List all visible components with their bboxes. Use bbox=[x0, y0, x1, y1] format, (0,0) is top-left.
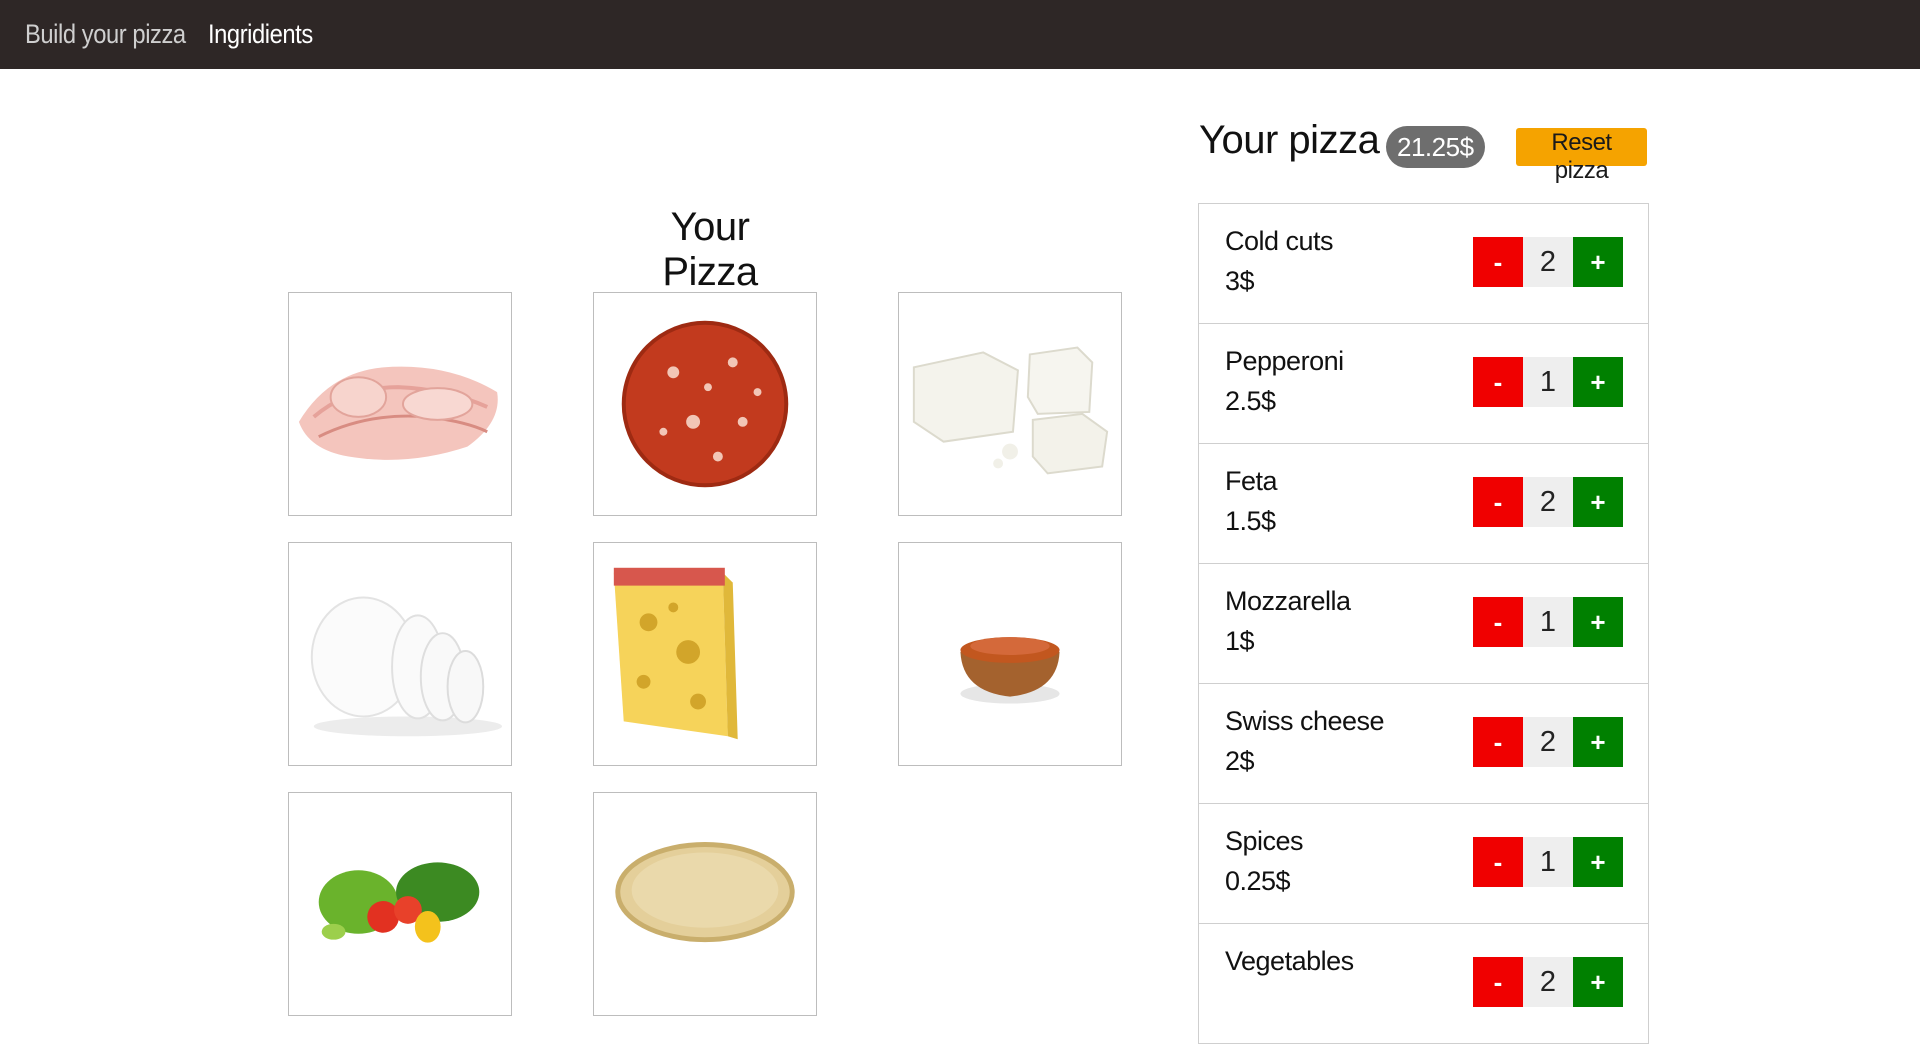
ingredient-name: Pepperoni bbox=[1225, 346, 1344, 376]
increase-button[interactable]: + bbox=[1573, 477, 1623, 527]
ingredient-row-swiss-cheese: Swiss cheese 2$ - 2 + bbox=[1199, 684, 1648, 804]
ingredient-row-pepperoni: Pepperoni 2.5$ - 1 + bbox=[1199, 324, 1648, 444]
increase-button[interactable]: + bbox=[1573, 837, 1623, 887]
ingredient-name: Swiss cheese bbox=[1225, 706, 1385, 736]
increase-button[interactable]: + bbox=[1573, 237, 1623, 287]
ingredient-price: 0.25$ bbox=[1225, 866, 1291, 896]
ingredient-price: 2$ bbox=[1225, 746, 1255, 776]
ingredient-name: Vegetables bbox=[1225, 946, 1354, 976]
decrease-button[interactable]: - bbox=[1473, 957, 1523, 1007]
quantity-control: - 2 + bbox=[1473, 717, 1623, 767]
pizza-title: Your Pizza bbox=[662, 205, 758, 294]
cold-cuts-image bbox=[288, 292, 512, 516]
quantity-value: 2 bbox=[1523, 237, 1573, 287]
ingredient-row-spices: Spices 0.25$ - 1 + bbox=[1199, 804, 1648, 924]
ingredient-list: Cold cuts 3$ - 2 + Pepperoni 2.5$ - 1 + … bbox=[1198, 203, 1649, 1044]
quantity-control: - 2 + bbox=[1473, 957, 1623, 1007]
nav-ingredients-link[interactable]: Ingridients bbox=[208, 19, 313, 50]
spices-image bbox=[898, 542, 1122, 766]
decrease-button[interactable]: - bbox=[1473, 357, 1523, 407]
ingredient-name: Cold cuts bbox=[1225, 226, 1334, 256]
quantity-control: - 2 + bbox=[1473, 477, 1623, 527]
increase-button[interactable]: + bbox=[1573, 357, 1623, 407]
sidebar-title: Your pizza bbox=[1199, 118, 1380, 162]
vegetables-image bbox=[288, 792, 512, 1016]
swiss-cheese-image bbox=[593, 542, 817, 766]
mozzarella-image bbox=[288, 542, 512, 766]
ingredient-price: 1$ bbox=[1225, 626, 1255, 656]
quantity-value: 1 bbox=[1523, 837, 1573, 887]
reset-pizza-button[interactable]: Reset pizza bbox=[1516, 128, 1647, 184]
top-navbar: Build your pizza Ingridients bbox=[0, 0, 1920, 69]
decrease-button[interactable]: - bbox=[1473, 597, 1523, 647]
ingredient-row-cold-cuts: Cold cuts 3$ - 2 + bbox=[1199, 204, 1648, 324]
ingredient-price: 2.5$ bbox=[1225, 386, 1276, 416]
ingredient-name: Spices bbox=[1225, 826, 1304, 856]
decrease-button[interactable]: - bbox=[1473, 717, 1523, 767]
increase-button[interactable]: + bbox=[1573, 957, 1623, 1007]
ingredient-price: 1.5$ bbox=[1225, 506, 1276, 536]
decrease-button[interactable]: - bbox=[1473, 837, 1523, 887]
total-price-badge: 21.25$ bbox=[1386, 126, 1485, 168]
feta-image bbox=[898, 292, 1122, 516]
quantity-control: - 1 + bbox=[1473, 357, 1623, 407]
ingredient-row-mozzarella: Mozzarella 1$ - 1 + bbox=[1199, 564, 1648, 684]
ingredient-price: 3$ bbox=[1225, 266, 1255, 296]
quantity-control: - 2 + bbox=[1473, 237, 1623, 287]
quantity-value: 2 bbox=[1523, 477, 1573, 527]
ingredient-name: Feta bbox=[1225, 466, 1278, 496]
increase-button[interactable]: + bbox=[1573, 717, 1623, 767]
decrease-button[interactable]: - bbox=[1473, 477, 1523, 527]
increase-button[interactable]: + bbox=[1573, 597, 1623, 647]
quantity-control: - 1 + bbox=[1473, 837, 1623, 887]
quantity-value: 1 bbox=[1523, 357, 1573, 407]
ingredient-row-vegetables: Vegetables - 2 + bbox=[1199, 924, 1648, 1044]
quantity-value: 1 bbox=[1523, 597, 1573, 647]
ingredient-name: Mozzarella bbox=[1225, 586, 1351, 616]
quantity-value: 2 bbox=[1523, 717, 1573, 767]
ingredient-row-feta: Feta 1.5$ - 2 + bbox=[1199, 444, 1648, 564]
decrease-button[interactable]: - bbox=[1473, 237, 1523, 287]
nav-brand-link[interactable]: Build your pizza bbox=[25, 19, 186, 50]
pepperoni-image bbox=[593, 292, 817, 516]
pizza-dough-image bbox=[593, 792, 817, 1016]
quantity-value: 2 bbox=[1523, 957, 1573, 1007]
sidebar-header: Your pizza 21.25$ Reset pizza bbox=[1198, 118, 1648, 184]
quantity-control: - 1 + bbox=[1473, 597, 1623, 647]
